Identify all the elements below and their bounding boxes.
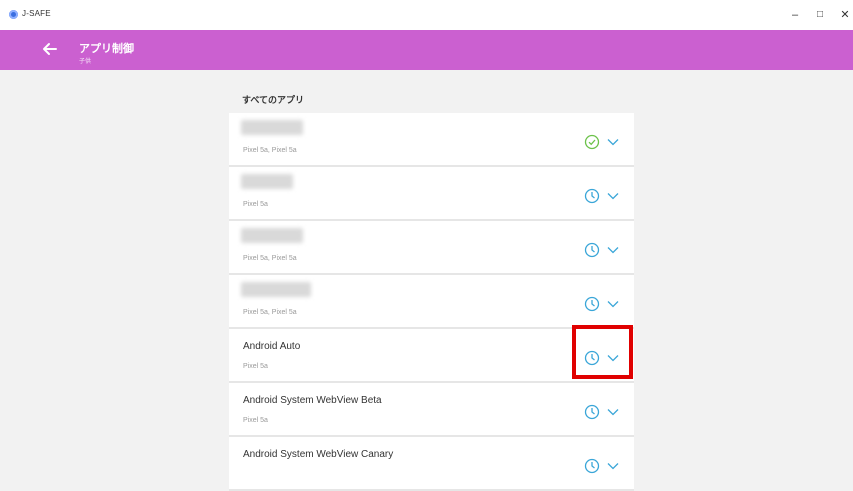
blurred-app-name — [241, 228, 303, 243]
app-devices: Pixel 5a — [243, 201, 268, 208]
app-list-item[interactable]: Pixel 5a, Pixel 5a — [229, 221, 634, 275]
app-header: アプリ制御 子供 — [0, 30, 853, 70]
clock-icon[interactable] — [584, 404, 600, 420]
close-button[interactable]: ✕ — [835, 6, 853, 24]
chevron-down-icon[interactable] — [607, 138, 619, 146]
window-title: J-SAFE — [22, 9, 51, 18]
blurred-app-name — [241, 120, 303, 135]
app-list-item[interactable]: Pixel 5a, Pixel 5a — [229, 275, 634, 329]
clock-icon[interactable] — [584, 188, 600, 204]
app-list-item[interactable]: Pixel 5a — [229, 167, 634, 221]
chevron-down-icon[interactable] — [607, 462, 619, 470]
app-devices: Pixel 5a — [243, 417, 268, 424]
window-titlebar: J-SAFE – □ ✕ — [0, 0, 853, 30]
page-subtitle: 子供 — [79, 59, 92, 65]
blurred-app-name — [241, 282, 311, 297]
app-list-item[interactable]: Pixel 5a, Pixel 5a — [229, 113, 634, 167]
app-name: Android Auto — [243, 341, 301, 352]
chevron-down-icon[interactable] — [607, 246, 619, 254]
app-devices: Pixel 5a, Pixel 5a — [243, 309, 297, 316]
allowed-check-icon[interactable] — [584, 134, 600, 150]
maximize-button[interactable]: □ — [810, 6, 830, 24]
app-logo-icon — [9, 10, 18, 19]
app-devices: Pixel 5a — [243, 363, 268, 370]
app-list-item[interactable]: Android System WebView Canary — [229, 437, 634, 491]
app-name: Android System WebView Canary — [243, 449, 394, 460]
clock-icon[interactable] — [584, 458, 600, 474]
app-devices: Pixel 5a, Pixel 5a — [243, 147, 297, 154]
back-arrow-icon[interactable] — [40, 39, 60, 59]
minimize-button[interactable]: – — [785, 6, 805, 24]
app-list-item[interactable]: Android System WebView Beta Pixel 5a — [229, 383, 634, 437]
highlight-annotation — [572, 325, 633, 379]
app-devices: Pixel 5a, Pixel 5a — [243, 255, 297, 262]
app-list: Pixel 5a, Pixel 5a Pixel 5a Pixel 5a, Pi… — [229, 113, 634, 491]
blurred-app-name — [241, 174, 293, 189]
chevron-down-icon[interactable] — [607, 300, 619, 308]
clock-icon[interactable] — [584, 242, 600, 258]
chevron-down-icon[interactable] — [607, 192, 619, 200]
clock-icon[interactable] — [584, 296, 600, 312]
app-name: Android System WebView Beta — [243, 395, 382, 406]
page-title: アプリ制御 — [79, 43, 134, 55]
section-heading: すべてのアプリ — [242, 95, 305, 105]
chevron-down-icon[interactable] — [607, 408, 619, 416]
